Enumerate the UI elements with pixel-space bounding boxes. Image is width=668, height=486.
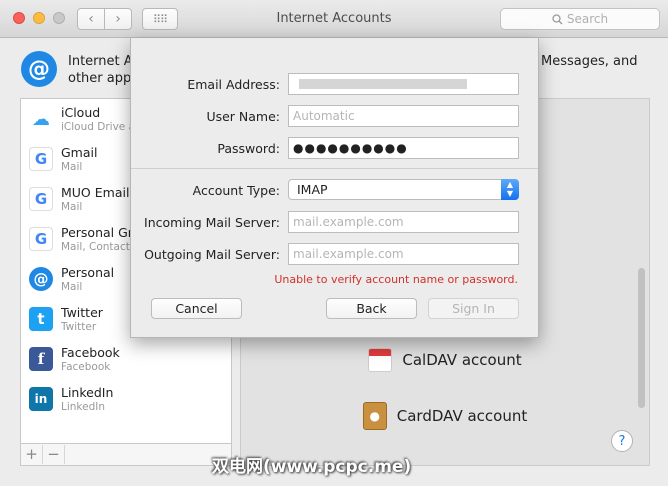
- facebook-icon: f: [29, 347, 53, 371]
- at-sign-icon: @: [29, 267, 53, 291]
- back-button-sheet[interactable]: Back: [326, 298, 417, 319]
- search-field[interactable]: Search: [500, 8, 660, 30]
- redacted-email: [299, 79, 467, 89]
- account-type-value: IMAP: [297, 182, 328, 197]
- account-name: Facebook: [61, 345, 120, 360]
- account-subtitle: Mail, Contacts: [61, 241, 136, 253]
- provider-label: CalDAV account: [402, 351, 522, 369]
- outgoing-server-label: Outgoing Mail Server:: [144, 247, 280, 262]
- account-subtitle: iCloud Drive a: [61, 121, 136, 133]
- calendar-icon: [368, 348, 393, 372]
- account-name: LinkedIn: [61, 385, 114, 400]
- account-subtitle: Mail: [61, 161, 83, 173]
- error-message: Unable to verify account name or passwor…: [274, 273, 518, 286]
- internet-accounts-window: ‹ › ⠿⠿ Internet Accounts Search @ Intern…: [0, 0, 668, 486]
- google-icon: G: [29, 147, 53, 171]
- account-name: iCloud: [61, 105, 101, 120]
- search-icon: [552, 13, 563, 24]
- internet-accounts-icon: @: [21, 51, 57, 87]
- account-subtitle: Facebook: [61, 361, 111, 373]
- provider-label: CardDAV account: [396, 407, 528, 425]
- email-field[interactable]: [288, 73, 519, 95]
- sign-in-button[interactable]: Sign In: [428, 298, 519, 319]
- account-subtitle: LinkedIn: [61, 401, 106, 413]
- search-placeholder: Search: [566, 12, 609, 26]
- account-type-label: Account Type:: [192, 183, 280, 198]
- account-list-toolbar: + −: [20, 444, 232, 466]
- caldav-account-option[interactable]: CalDAV account: [240, 338, 650, 382]
- username-field[interactable]: Automatic: [288, 105, 519, 127]
- title-bar: ‹ › ⠿⠿ Internet Accounts Search: [0, 0, 668, 38]
- linkedin-icon: in: [29, 387, 53, 411]
- incoming-server-label: Incoming Mail Server:: [144, 215, 280, 230]
- question-mark-icon: ?: [618, 433, 626, 449]
- account-item-facebook[interactable]: f Facebook Facebook: [21, 339, 231, 379]
- account-name: Gmail: [61, 145, 98, 160]
- incoming-server-field[interactable]: mail.example.com: [288, 211, 519, 233]
- account-subtitle: Mail: [61, 281, 83, 293]
- google-icon: G: [29, 227, 53, 251]
- remove-account-button[interactable]: −: [43, 445, 65, 464]
- cancel-button[interactable]: Cancel: [151, 298, 242, 319]
- add-account-button[interactable]: +: [21, 445, 43, 464]
- header-text-right: Messages, and: [541, 54, 638, 69]
- account-name: Personal Gm: [61, 225, 140, 240]
- header-text-line2: other apps: [68, 71, 139, 86]
- icloud-icon: ☁: [29, 107, 53, 131]
- carddav-account-option[interactable]: ● CardDAV account: [240, 394, 650, 438]
- header-text-left: Internet Ac: [68, 54, 140, 69]
- add-account-sheet: Email Address: User Name: Automatic Pass…: [130, 38, 539, 338]
- email-label: Email Address:: [187, 77, 280, 92]
- sheet-divider: [131, 168, 538, 169]
- outgoing-server-field[interactable]: mail.example.com: [288, 243, 519, 265]
- account-item-linkedin[interactable]: in LinkedIn LinkedIn: [21, 379, 231, 419]
- account-subtitle: Twitter: [61, 321, 97, 333]
- watermark: 双电网(www.pcpc.me): [212, 457, 412, 477]
- account-name: Twitter: [61, 305, 103, 320]
- account-name: Personal: [61, 265, 115, 280]
- contacts-book-icon: ●: [362, 402, 387, 430]
- twitter-icon: t: [29, 307, 53, 331]
- username-label: User Name:: [206, 109, 280, 124]
- account-subtitle: Mail: [61, 201, 83, 213]
- select-arrows-icon: ▲ ▼: [501, 179, 519, 200]
- account-type-select[interactable]: IMAP ▲ ▼: [288, 179, 519, 200]
- help-button[interactable]: ?: [611, 430, 633, 452]
- password-label: Password:: [217, 141, 280, 156]
- password-field[interactable]: ●●●●●●●●●●: [288, 137, 519, 159]
- account-name: MUO Email: [61, 185, 130, 200]
- google-icon: G: [29, 187, 53, 211]
